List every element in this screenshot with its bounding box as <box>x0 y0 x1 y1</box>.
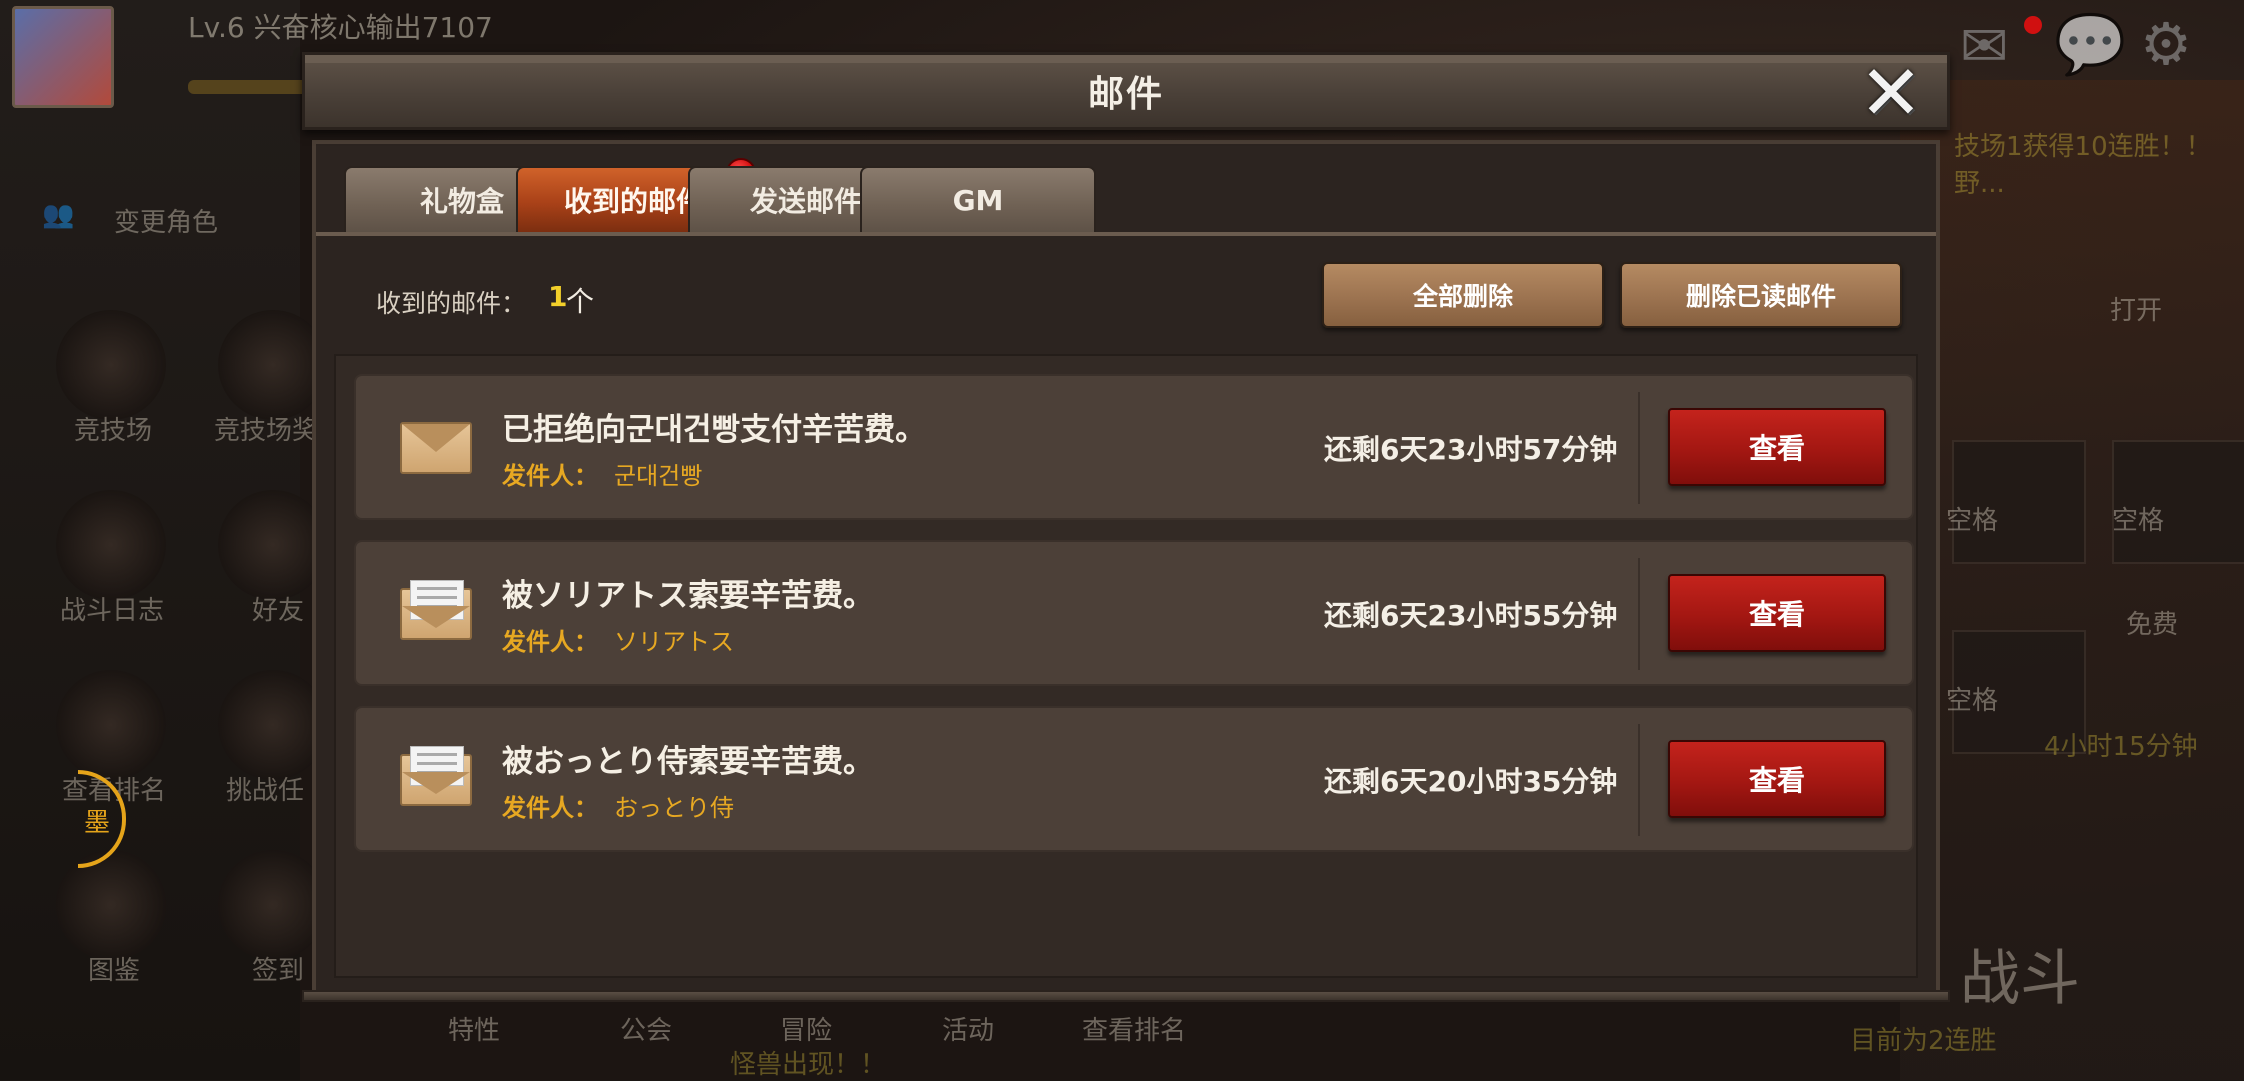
remaining-time: 还剩6天23小时55分钟 <box>1324 599 1618 632</box>
sender-label: 发件人： <box>502 794 598 822</box>
mail-item[interactable]: 被ソリアトス索要辛苦费。 发件人： ソリアトス 还剩6天23小时55分钟 查看 <box>354 540 1914 686</box>
envelope-open-icon <box>400 746 474 808</box>
ranking-icon[interactable] <box>56 670 166 780</box>
battle-label[interactable]: 战斗 <box>1960 930 2080 1017</box>
slot-2-label: 空格 <box>2112 506 2165 536</box>
mail-item[interactable]: 被おっとり侍索要辛苦费。 发件人： おっとり侍 还剩6天20小时35分钟 查看 <box>354 706 1914 852</box>
tab-received-mail-label: 收到的邮件 <box>563 185 704 218</box>
bottom-menu-trait[interactable]: 特性 <box>448 1010 500 1047</box>
remaining-time: 还剩6天20小时35分钟 <box>1324 765 1618 798</box>
window-title: 邮件 <box>1087 74 1164 115</box>
open-label[interactable]: 打开 <box>2110 290 2162 327</box>
remaining-time: 还剩6天23小时57分钟 <box>1324 433 1618 466</box>
sender-label: 发件人： <box>502 628 598 656</box>
ticker-text: 技场1获得10连胜！！野... <box>1954 132 2212 199</box>
challenge-label: 挑战任 <box>226 776 305 806</box>
mail-icon[interactable]: ✉ <box>1960 12 2009 80</box>
gear-icon[interactable]: ⚙ <box>2140 10 2192 78</box>
mail-content: 收到的邮件： 1 个 全部删除 删除已读邮件 已拒绝向군대건빵支付辛苦费。 发件… <box>320 236 1932 992</box>
delete-all-button[interactable]: 全部删除 <box>1322 262 1604 328</box>
row-divider <box>1638 724 1640 836</box>
tab-gm[interactable]: GM <box>860 166 1096 232</box>
bottom-menu-adventure[interactable]: 冒险 <box>780 1010 832 1047</box>
chat-icon[interactable]: 💬 <box>2054 10 2126 79</box>
arena-icon[interactable] <box>56 310 166 420</box>
collection-icon[interactable] <box>56 850 166 960</box>
mail-title: 被ソリアトス索要辛苦费。 <box>502 578 874 614</box>
close-icon: ✕ <box>1859 48 1923 137</box>
row-divider <box>1638 558 1640 670</box>
mail-panel: 礼物盒 收到的邮件 发送邮件 GM 收到的邮件： 1 个 全部删除 删除已读邮件… <box>312 140 1940 1000</box>
bottom-menu-ranking[interactable]: 查看排名 <box>1082 1010 1186 1047</box>
user-icon: 👥 <box>42 200 75 230</box>
mail-title: 被おっとり侍索要辛苦费。 <box>502 744 874 780</box>
ink-char: 墨 <box>84 808 111 838</box>
envelope-open-icon <box>400 580 474 642</box>
view-button[interactable]: 查看 <box>1668 408 1886 486</box>
mail-count-unit: 个 <box>566 285 595 318</box>
envelope-closed-icon <box>400 414 474 476</box>
collection-label: 图鉴 <box>88 956 141 986</box>
mail-list: 已拒绝向군대건빵支付辛苦费。 发件人： 군대건빵 还剩6天23小时57分钟 查看… <box>334 354 1918 978</box>
delete-read-button[interactable]: 删除已读邮件 <box>1620 262 1902 328</box>
slot-1-label: 空格 <box>1946 506 1999 536</box>
mail-notification-dot <box>2024 16 2042 34</box>
sender-name: おっとり侍 <box>614 794 734 822</box>
slot-3-label: 空格 <box>1946 686 1999 716</box>
player-avatar[interactable] <box>12 6 114 108</box>
arena-label: 竞技场 <box>74 416 153 446</box>
bottom-menu-guild[interactable]: 公会 <box>620 1010 672 1047</box>
streak-label: 目前为2连胜 <box>1850 1026 1997 1056</box>
mail-title: 已拒绝向군대건빵支付辛苦费。 <box>502 412 927 448</box>
sender-name: ソリアトス <box>614 628 734 656</box>
close-button[interactable]: ✕ <box>1851 55 1931 131</box>
mail-window: 礼物盒 收到的邮件 发送邮件 GM 收到的邮件： 1 个 全部删除 删除已读邮件… <box>302 52 1950 1002</box>
free-label: 免费 <box>2126 610 2179 640</box>
monster-ticker: 怪兽出现！！ <box>730 1050 887 1080</box>
friends-label: 好友 <box>252 596 305 626</box>
window-titlebar: 邮件 ✕ <box>302 52 1950 131</box>
checkin-label: 签到 <box>252 956 305 986</box>
battle-log-icon[interactable] <box>56 490 166 600</box>
window-bottom-frame <box>302 990 1950 1002</box>
mail-count-value: 1 <box>548 280 568 313</box>
timer-label: 4小时15分钟 <box>2044 732 2198 762</box>
bottom-menu-event[interactable]: 活动 <box>942 1010 994 1047</box>
sender-label: 发件人： <box>502 462 598 490</box>
row-divider <box>1638 392 1640 504</box>
change-role-button[interactable]: 变更角色 <box>114 202 218 239</box>
battle-log-label: 战斗日志 <box>60 596 165 626</box>
sender-name: 군대건빵 <box>614 462 703 490</box>
mail-item[interactable]: 已拒绝向군대건빵支付辛苦费。 发件人： 군대건빵 还剩6天23小时57分钟 查看 <box>354 374 1914 520</box>
view-button[interactable]: 查看 <box>1668 740 1886 818</box>
player-info: Lv.6 兴奋核心输出7107 <box>188 11 493 44</box>
mail-count-label: 收到的邮件： <box>376 289 527 318</box>
view-button[interactable]: 查看 <box>1668 574 1886 652</box>
